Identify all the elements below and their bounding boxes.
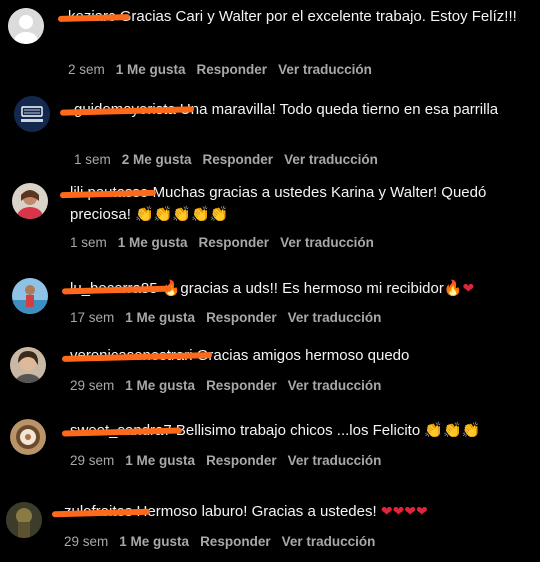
user-photo-icon [12, 183, 48, 219]
comment-meta: 1 sem 1 Me gusta Responder Ver traducción [70, 235, 385, 250]
comment-text: zulofreites Hermoso laburo! Gracias a us… [51, 501, 524, 523]
translate-button[interactable]: Ver traducción [278, 62, 372, 77]
user-photo-icon [6, 502, 42, 538]
reply-button[interactable]: Responder [197, 62, 268, 77]
comment-time: 29 sem [70, 453, 115, 468]
comment-text: guidomayorista Una maravilla! Todo queda… [59, 99, 504, 121]
grill-logo-icon [14, 96, 50, 132]
comment-meta: 17 sem 1 Me gusta Responder Ver traducción [70, 310, 392, 325]
translate-button[interactable]: Ver traducción [280, 235, 374, 250]
comment-time: 29 sem [70, 378, 115, 393]
likes-count[interactable]: 1 Me gusta [125, 310, 195, 325]
comment-username[interactable]: veronicasenestrari [61, 347, 213, 364]
comment-meta: 2 sem 1 Me gusta Responder Ver traducción [68, 62, 383, 77]
comment-text: koziarc Gracias Cari y Walter por el exc… [57, 6, 528, 28]
comment-body: Gracias Cari y Walter por el excelente t… [119, 8, 517, 25]
default-profile-icon [8, 8, 44, 44]
translate-button[interactable]: Ver traducción [288, 378, 382, 393]
comment-username[interactable]: zulofreites [51, 503, 151, 520]
user-photo-icon [10, 347, 46, 383]
comment-text: lili.pautasso Muchas gracias a ustedes K… [59, 182, 530, 226]
comment-time: 1 sem [74, 152, 111, 167]
comment-username[interactable]: lili.pautasso [59, 184, 157, 201]
comment-time: 17 sem [70, 310, 115, 325]
comment-username[interactable]: lu_becerra85 [61, 280, 173, 297]
likes-count[interactable]: 2 Me gusta [122, 152, 192, 167]
reply-button[interactable]: Responder [199, 235, 270, 250]
reply-button[interactable]: Responder [200, 534, 271, 549]
translate-button[interactable]: Ver traducción [288, 310, 382, 325]
reply-button[interactable]: Responder [206, 453, 277, 468]
comment-meta: 29 sem 1 Me gusta Responder Ver traducción [70, 453, 392, 468]
reply-button[interactable]: Responder [203, 152, 274, 167]
comment-meta: 29 sem 1 Me gusta Responder Ver traducción [64, 534, 386, 549]
avatar-brand[interactable] [14, 96, 50, 132]
comment-body: Hermoso laburo! Gracias a ustedes! ❤❤❤❤ [136, 503, 428, 520]
likes-count[interactable]: 1 Me gusta [116, 62, 186, 77]
reply-button[interactable]: Responder [206, 310, 277, 325]
comment-text: veronicasenestrari Gracias amigos hermos… [61, 345, 530, 367]
comment-username[interactable]: koziarc [57, 8, 131, 25]
comment-time: 1 sem [70, 235, 107, 250]
user-photo-icon [10, 419, 46, 455]
likes-count[interactable]: 1 Me gusta [125, 453, 195, 468]
user-photo-icon [12, 278, 48, 314]
reply-button[interactable]: Responder [206, 378, 277, 393]
avatar-user[interactable] [10, 347, 46, 383]
comment-meta: 29 sem 1 Me gusta Responder Ver traducción [70, 378, 392, 393]
comment-body: 🔥gracias a uds!! Es hermoso mi recibidor… [161, 280, 475, 297]
translate-button[interactable]: Ver traducción [282, 534, 376, 549]
comment-text: lu_becerra85 🔥gracias a uds!! Es hermoso… [61, 278, 530, 300]
avatar-user[interactable] [12, 278, 48, 314]
comment-body: Bellisimo trabajo chicos ...los Felicito… [175, 422, 481, 439]
comment-text: sweet_sandra7 Bellisimo trabajo chicos .… [61, 420, 530, 442]
avatar-user[interactable] [6, 502, 42, 538]
comment-body: Una maravilla! Todo queda tierno en esa … [179, 101, 499, 118]
likes-count[interactable]: 1 Me gusta [118, 235, 188, 250]
likes-count[interactable]: 1 Me gusta [125, 378, 195, 393]
comment-username[interactable]: sweet_sandra7 [61, 422, 183, 439]
translate-button[interactable]: Ver traducción [288, 453, 382, 468]
comment-time: 29 sem [64, 534, 109, 549]
avatar-default[interactable] [8, 8, 44, 44]
comment-meta: 1 sem 2 Me gusta Responder Ver traducción [74, 152, 389, 167]
comment-time: 2 sem [68, 62, 105, 77]
avatar-user[interactable] [12, 183, 48, 219]
avatar-user[interactable] [10, 419, 46, 455]
comment-username[interactable]: guidomayorista [59, 101, 195, 118]
translate-button[interactable]: Ver traducción [284, 152, 378, 167]
likes-count[interactable]: 1 Me gusta [119, 534, 189, 549]
comment-body: Gracias amigos hermoso quedo [196, 347, 410, 364]
